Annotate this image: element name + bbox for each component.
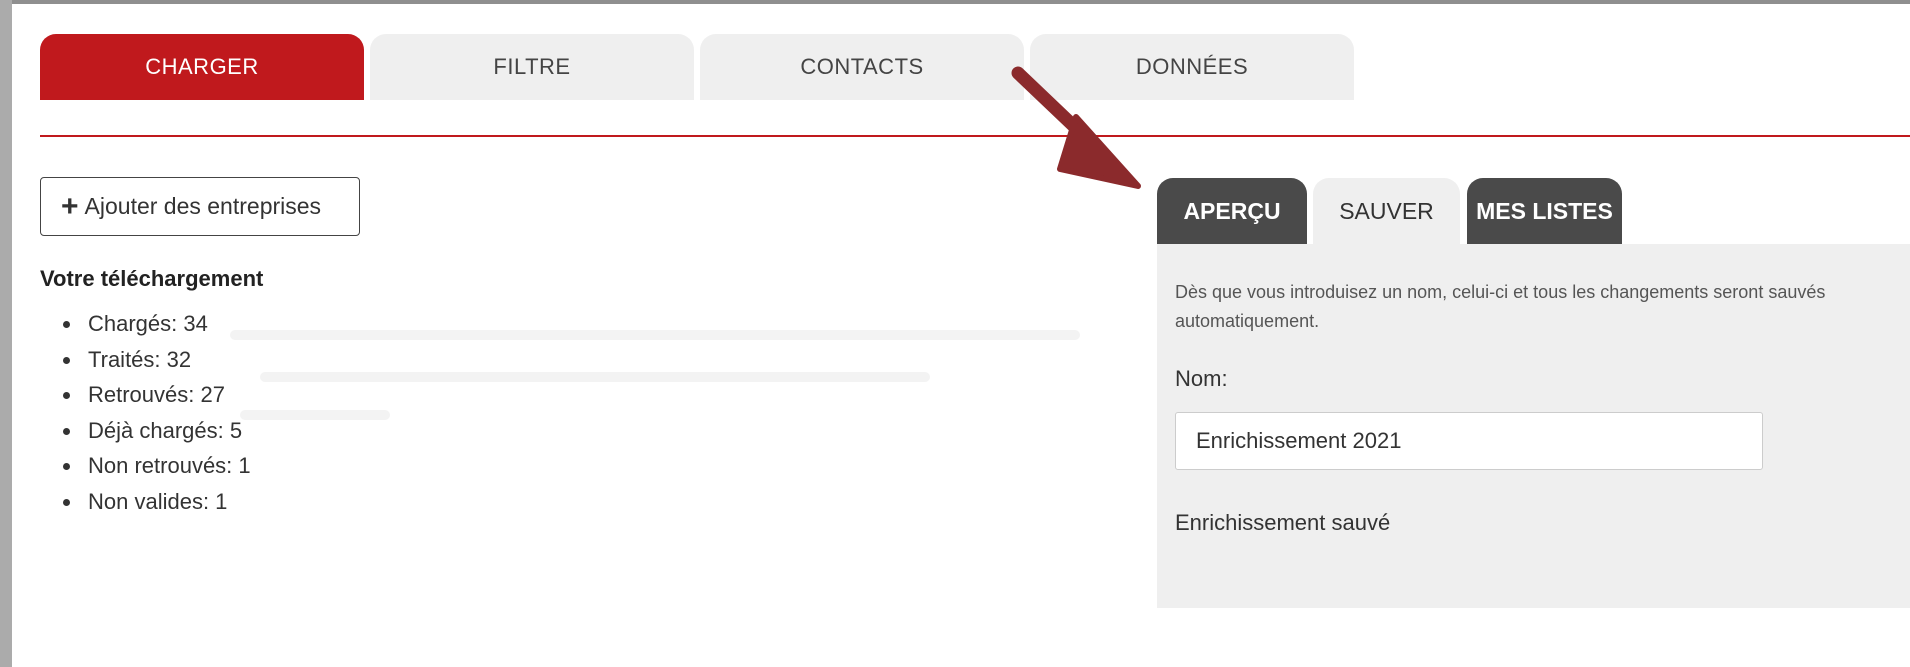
stat-processed: Traités: 32 (52, 342, 251, 378)
tab-divider (40, 135, 1910, 137)
tab-contacts[interactable]: CONTACTS (700, 34, 1024, 100)
upload-title: Votre téléchargement (40, 266, 264, 291)
tab-sauver[interactable]: SAUVER (1313, 178, 1460, 244)
faded-line (260, 372, 930, 382)
faded-line (240, 410, 390, 420)
annotation-arrow-icon (1011, 66, 1141, 189)
stat-already-loaded: Déjà chargés: 5 (52, 413, 251, 449)
window-frame-left (0, 0, 12, 667)
list-name-input[interactable] (1175, 412, 1763, 470)
add-companies-button[interactable]: + Ajouter des entreprises (40, 177, 360, 236)
stat-invalid: Non valides: 1 (52, 484, 251, 520)
stat-loaded: Chargés: 34 (52, 306, 251, 342)
tab-charger-label: CHARGER (145, 54, 259, 79)
tab-filtre-label: FILTRE (493, 54, 571, 79)
tab-apercu-label: APERÇU (1183, 197, 1281, 224)
tab-filtre[interactable]: FILTRE (370, 34, 694, 100)
tab-mes-listes[interactable]: MES LISTES (1467, 178, 1622, 244)
name-label: Nom: (1175, 366, 1228, 391)
add-companies-label: Ajouter des entreprises (84, 193, 322, 219)
tab-apercu[interactable]: APERÇU (1157, 178, 1307, 244)
tab-contacts-label: CONTACTS (800, 54, 924, 79)
tab-charger[interactable]: CHARGER (40, 34, 364, 100)
faded-line (230, 330, 1080, 340)
tab-sauver-label: SAUVER (1339, 197, 1434, 224)
stat-found: Retrouvés: 27 (52, 377, 251, 413)
save-panel: Dès que vous introduisez un nom, celui-c… (1157, 244, 1910, 608)
upload-stats-list: Chargés: 34 Traités: 32 Retrouvés: 27 Dé… (52, 306, 251, 519)
save-description: Dès que vous introduisez un nom, celui-c… (1175, 282, 1826, 331)
window-frame-top (0, 0, 1910, 4)
saved-status-message: Enrichissement sauvé (1175, 510, 1391, 535)
stat-not-found: Non retrouvés: 1 (52, 448, 251, 484)
tab-mes-listes-label: MES LISTES (1476, 197, 1613, 224)
plus-icon: + (61, 189, 79, 223)
